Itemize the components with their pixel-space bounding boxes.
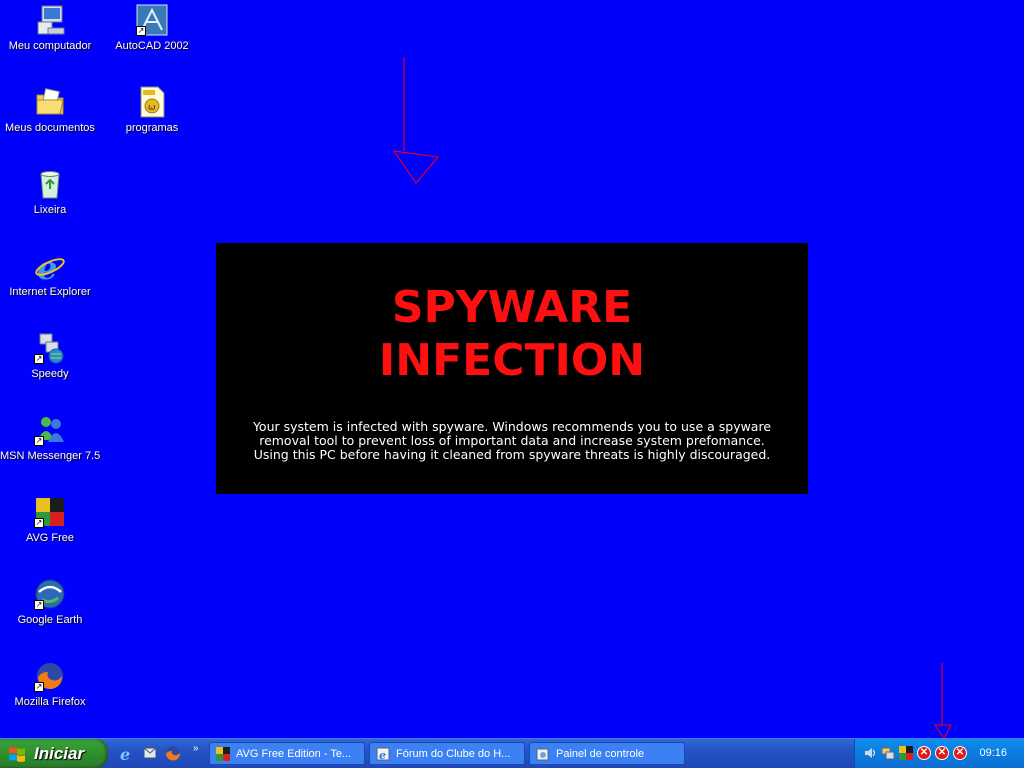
windows-logo-icon <box>9 747 25 762</box>
desktop-icon-msn-messenger[interactable]: ↗ MSN Messenger 7.5 <box>0 414 100 463</box>
desktop-icon-label: Meu computador <box>8 40 92 52</box>
desktop-icon-recycle-bin[interactable]: Lixeira <box>0 168 100 217</box>
google-earth-icon: ↗ <box>34 578 66 610</box>
autocad-icon: ↗ <box>136 4 168 36</box>
avg-tray-icon[interactable] <box>899 746 913 760</box>
taskbar-button-label: Painel de controle <box>556 748 645 760</box>
spyware-warning-banner: SPYWARE INFECTION Your system is infecte… <box>216 243 808 494</box>
banner-message: Your system is infected with spyware. Wi… <box>236 420 788 462</box>
internet-explorer-icon: e <box>34 249 66 287</box>
speaker-icon[interactable] <box>863 746 877 760</box>
desktop-icon-speedy[interactable]: ↗ Speedy <box>0 332 100 381</box>
desktop-icon-label: programas <box>125 122 179 134</box>
computer-icon <box>34 4 66 36</box>
start-label: Iniciar <box>34 744 85 763</box>
desktop-icon-label: MSN Messenger 7.5 <box>0 450 101 462</box>
svg-text:ω: ω <box>148 103 156 113</box>
recycle-bin-icon <box>34 168 66 200</box>
security-alert-icon[interactable]: ✕ <box>935 746 949 760</box>
jpg-file-icon: ω <box>136 86 168 118</box>
shortcut-arrow-icon: ↗ <box>136 26 146 36</box>
desktop-icon-label: Meus documentos <box>5 122 95 134</box>
system-tray: ✕ ✕ ✕ 09:16 <box>854 739 1024 768</box>
taskbar: Iniciar e » AVG Free Edition - Te... e F… <box>0 738 1024 768</box>
banner-message-line1: Your system is infected with spyware. Wi… <box>252 419 772 434</box>
shortcut-arrow-icon: ↗ <box>34 682 44 692</box>
banner-message-line3: Using this PC before having it cleaned f… <box>253 447 771 462</box>
shortcut-arrow-icon: ↗ <box>34 354 44 364</box>
taskbar-button-label: Fórum do Clube do H... <box>396 748 511 760</box>
desktop-icon-mozilla-firefox[interactable]: ↗ Mozilla Firefox <box>0 660 100 709</box>
shortcut-arrow-icon: ↗ <box>34 600 44 610</box>
banner-title: SPYWARE INFECTION <box>216 281 808 387</box>
internet-explorer-page-icon: e <box>376 747 390 761</box>
shortcut-arrow-icon: ↗ <box>34 518 44 528</box>
svg-text:e: e <box>379 749 386 761</box>
firefox-quicklaunch-icon[interactable] <box>165 745 181 761</box>
desktop-icon-label: Speedy <box>31 368 69 380</box>
desktop-icon-label: AutoCAD 2002 <box>115 40 189 52</box>
taskbar-button-forum[interactable]: e Fórum do Clube do H... <box>369 742 525 765</box>
desktop-icon-my-computer[interactable]: Meu computador <box>0 4 100 53</box>
banner-title-line2: INFECTION <box>378 335 646 386</box>
banner-message-line2: removal tool to prevent loss of importan… <box>259 433 765 448</box>
desktop-icon-my-documents[interactable]: Meus documentos <box>0 86 100 135</box>
taskbar-button-label: AVG Free Edition - Te... <box>236 748 352 760</box>
avg-icon <box>216 747 230 761</box>
svg-text:e: e <box>120 745 130 761</box>
desktop-icon-programas[interactable]: ω programas <box>102 86 202 135</box>
network-connection-icon: ↗ <box>34 332 66 364</box>
taskbar-button-avg[interactable]: AVG Free Edition - Te... <box>209 742 365 765</box>
desktop-icon-autocad[interactable]: ↗ AutoCAD 2002 <box>102 4 202 53</box>
desktop-icon-label: Mozilla Firefox <box>14 696 86 708</box>
control-panel-icon <box>536 748 549 761</box>
avg-icon: ↗ <box>34 496 66 528</box>
clock[interactable]: 09:16 <box>979 739 1007 768</box>
desktop-icon-avg-free[interactable]: ↗ AVG Free <box>0 496 100 545</box>
shortcut-arrow-icon: ↗ <box>34 436 44 446</box>
start-button[interactable]: Iniciar <box>0 739 108 768</box>
firefox-icon: ↗ <box>34 660 66 692</box>
quicklaunch-overflow-chevron-icon[interactable]: » <box>193 743 199 754</box>
annotation-arrow-tray <box>934 663 952 741</box>
desktop-icon-label: AVG Free <box>25 532 75 544</box>
desktop: Meu computador Meus documentos Lixeira e… <box>0 0 1024 741</box>
desktop-icon-internet-explorer[interactable]: e Internet Explorer <box>0 249 100 299</box>
internet-explorer-quicklaunch-icon[interactable]: e <box>119 745 135 761</box>
desktop-icon-label: Internet Explorer <box>9 286 91 298</box>
security-alert-icon[interactable]: ✕ <box>953 746 967 760</box>
annotation-arrow <box>392 57 439 184</box>
outlook-express-quicklaunch-icon[interactable] <box>142 745 158 761</box>
banner-title-line1: SPYWARE <box>391 282 633 333</box>
taskbar-button-control-panel[interactable]: Painel de controle <box>529 742 685 765</box>
desktop-icon-google-earth[interactable]: ↗ Google Earth <box>0 578 100 627</box>
desktop-icon-label: Lixeira <box>33 204 67 216</box>
security-alert-icon[interactable]: ✕ <box>917 746 931 760</box>
folder-documents-icon <box>34 86 66 118</box>
network-tray-icon[interactable] <box>881 746 895 760</box>
desktop-icon-label: Google Earth <box>17 614 83 626</box>
msn-messenger-icon: ↗ <box>34 414 66 446</box>
